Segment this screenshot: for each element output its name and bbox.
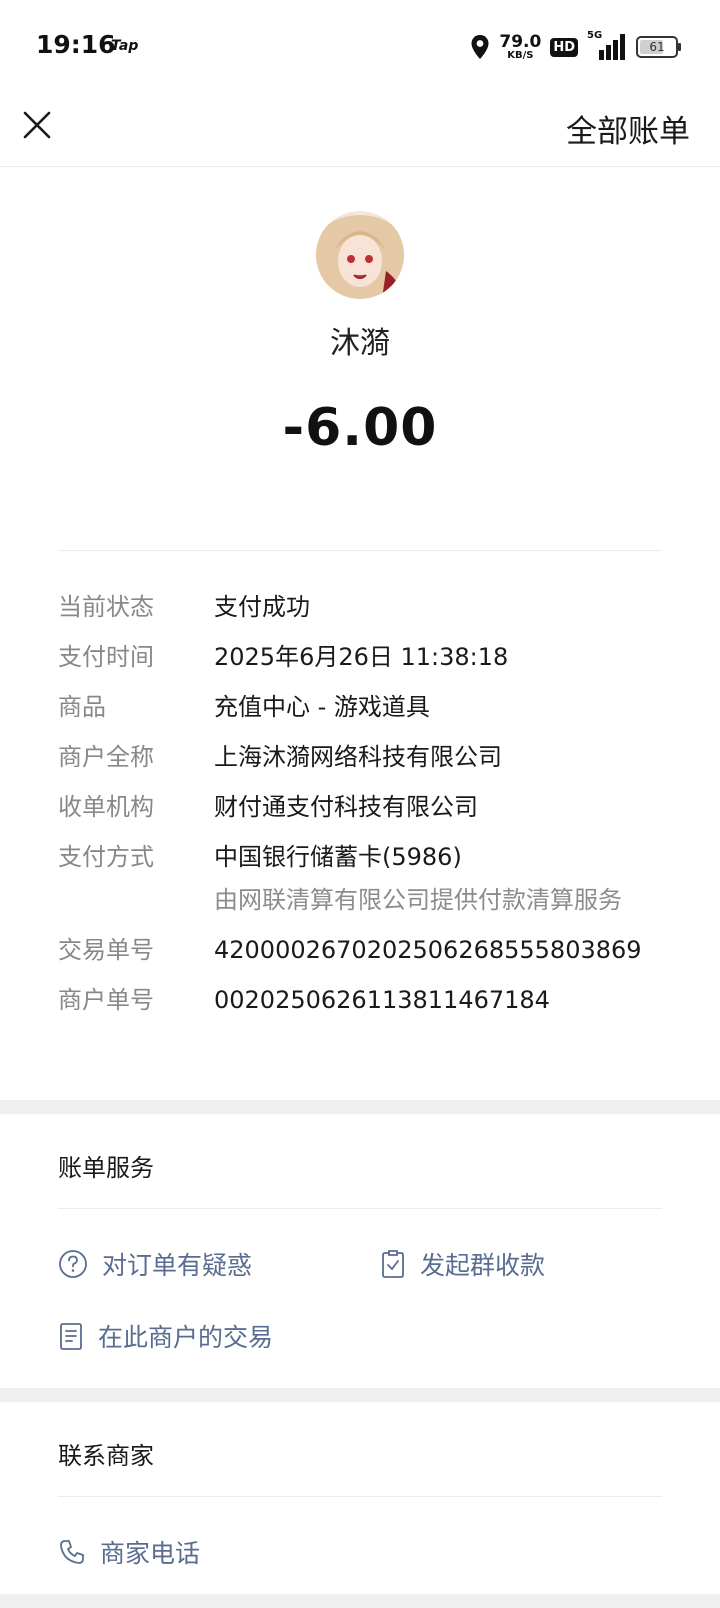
nav-bar: 全部账单 (0, 96, 720, 167)
bill-service-title: 账单服务 (58, 1154, 154, 1182)
detail-row-time: 支付时间 2025年6月26日 11:38:18 (58, 640, 678, 674)
clearing-note: 由网联清算有限公司提供付款清算服务 (214, 886, 622, 914)
detail-label: 交易单号 (58, 936, 154, 964)
detail-value: 充值中心 - 游戏道具 (214, 693, 430, 721)
merchant-phone-button[interactable]: 商家电话 (58, 1534, 200, 1570)
battery-level: 61 (649, 40, 665, 54)
amount: -6.00 (282, 398, 438, 458)
status-time: 19:16 (36, 30, 116, 59)
detail-value[interactable]: 0020250626113811467184 (214, 983, 550, 1017)
detail-row-payment-method: 支付方式 中国银行储蓄卡(5986) 由网联清算有限公司提供付款清算服务 (58, 840, 678, 917)
merchant-trades-label: 在此商户的交易 (98, 1323, 274, 1352)
divider (58, 1496, 662, 1497)
detail-label: 商户全称 (58, 743, 154, 771)
detail-row-merchant: 商户全称 上海沐漪网络科技有限公司 (58, 740, 678, 774)
detail-value: 财付通支付科技有限公司 (214, 793, 478, 821)
detail-list: 当前状态 支付成功 支付时间 2025年6月26日 11:38:18 商品 充值… (58, 590, 678, 1033)
section-divider (0, 1388, 720, 1402)
detail-row-transaction-id: 交易单号 4200002670202506268555803869 (58, 933, 678, 967)
detail-value: 2025年6月26日 11:38:18 (214, 643, 509, 671)
section-divider (0, 1594, 720, 1608)
location-icon (471, 35, 489, 59)
detail-label: 收单机构 (58, 793, 154, 821)
detail-value: 上海沐漪网络科技有限公司 (214, 743, 502, 771)
app-tag: Tap (111, 38, 139, 54)
group-collect-button[interactable]: 发起群收款 (380, 1246, 545, 1282)
merchant-trades-button[interactable]: 在此商户的交易 (58, 1318, 273, 1354)
divider (58, 1208, 662, 1209)
detail-label: 支付方式 (58, 843, 154, 871)
detail-row-acquirer: 收单机构 财付通支付科技有限公司 (58, 790, 678, 824)
network-speed: 79.0 KB/S (499, 31, 542, 61)
divider (58, 550, 662, 551)
detail-row-status: 当前状态 支付成功 (58, 590, 678, 624)
detail-value: 中国银行储蓄卡(5986) (214, 843, 462, 871)
avatar (316, 211, 404, 299)
detail-row-product: 商品 充值中心 - 游戏道具 (58, 690, 678, 724)
phone-icon (60, 1540, 84, 1564)
speed-unit: KB/S (507, 49, 534, 61)
merchant-name: 沐漪 (330, 326, 390, 361)
battery-icon: 61 (636, 36, 681, 58)
all-bills-link[interactable]: 全部账单 (566, 106, 690, 151)
close-icon[interactable] (22, 110, 52, 140)
detail-label: 商户单号 (58, 986, 154, 1014)
hd-badge: HD (550, 37, 578, 57)
detail-label: 商品 (58, 693, 106, 721)
detail-label: 支付时间 (58, 643, 154, 671)
clipboard-check-icon (382, 1250, 404, 1278)
section-divider (0, 1100, 720, 1114)
status-icons: 79.0 KB/S HD 5G 61 (470, 30, 681, 64)
detail-row-merchant-order-id: 商户单号 0020250626113811467184 (58, 983, 678, 1017)
signal-icon: 5G (587, 30, 627, 61)
question-icon (59, 1250, 87, 1278)
detail-label: 当前状态 (58, 593, 154, 621)
speed-value: 79.0 (499, 31, 542, 52)
detail-value[interactable]: 4200002670202506268555803869 (214, 933, 642, 967)
group-collect-label: 发起群收款 (420, 1251, 546, 1280)
merchant-phone-label: 商家电话 (100, 1539, 201, 1568)
order-question-button[interactable]: 对订单有疑惑 (58, 1246, 252, 1282)
order-question-label: 对订单有疑惑 (102, 1251, 253, 1280)
status-bar: 19:16 Tap 79.0 KB/S HD 5G 61 (0, 0, 720, 96)
document-icon (60, 1323, 82, 1350)
contact-title: 联系商家 (58, 1442, 154, 1470)
detail-value: 支付成功 (214, 593, 310, 621)
